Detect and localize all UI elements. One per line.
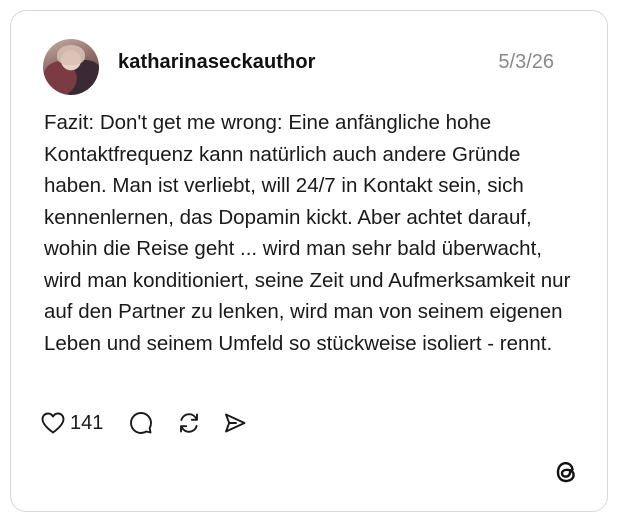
comment-icon [129,411,153,435]
threads-logo-icon[interactable] [553,459,579,485]
action-bar: 141 [41,409,247,437]
post-card: katharinaseckauthor 5/3/26 Fazit: Don't … [10,10,608,512]
send-icon [223,411,247,435]
repost-button[interactable] [177,411,201,435]
repost-icon [177,411,201,435]
avatar[interactable] [43,39,99,95]
like-count: 141 [70,411,104,434]
reply-button[interactable] [129,411,153,435]
post-text: Fazit: Don't get me wrong: Eine anfängli… [44,111,571,355]
like-button[interactable]: 141 [41,412,129,435]
heart-icon [41,412,65,434]
post-date: 5/3/26 [498,51,554,73]
username[interactable]: katharinaseckauthor [118,51,316,74]
share-button[interactable] [223,411,247,435]
